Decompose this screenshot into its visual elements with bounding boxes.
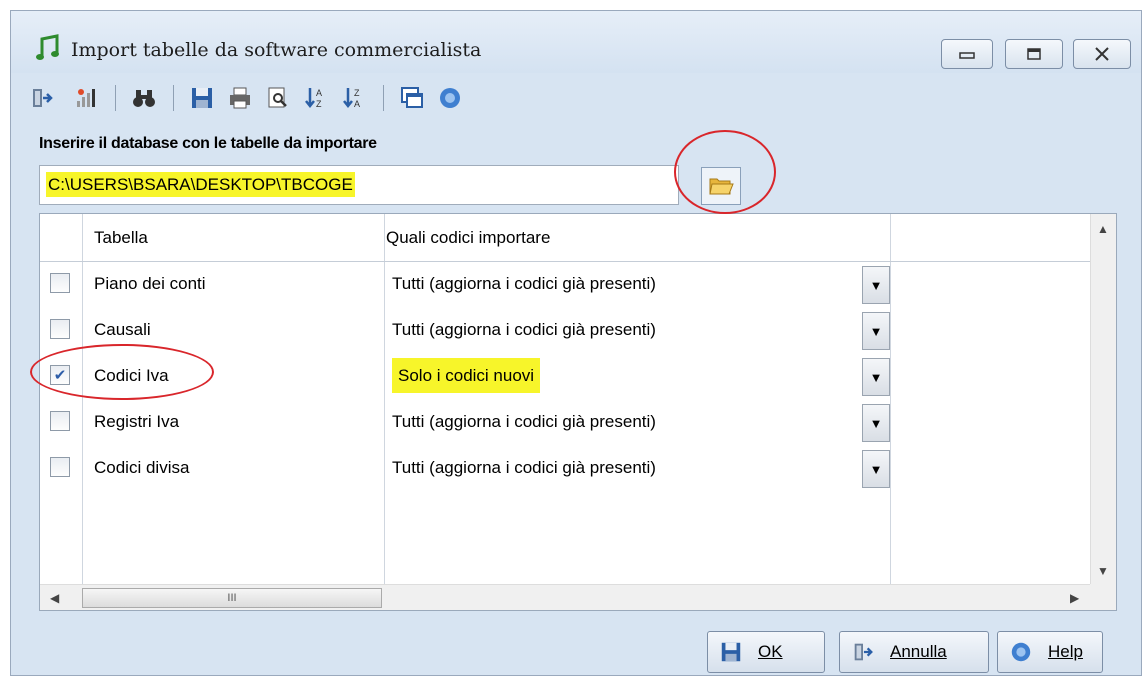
folder-open-icon bbox=[709, 178, 734, 195]
maximize-button[interactable] bbox=[1005, 39, 1063, 69]
minimize-icon bbox=[959, 52, 975, 59]
row-table-name: Codici Iva bbox=[94, 366, 169, 385]
table-row[interactable]: Causali Tutti (aggiorna i codici già pre… bbox=[40, 308, 1092, 354]
horizontal-scrollbar[interactable]: ◀ III ▶ bbox=[40, 584, 1092, 610]
cancel-label: Annulla bbox=[890, 642, 947, 661]
checkmark-icon: ✔ bbox=[53, 367, 67, 384]
svg-text:A: A bbox=[316, 88, 322, 98]
exit-icon[interactable] bbox=[27, 83, 57, 113]
highlighted-option: Solo i codici nuovi bbox=[392, 358, 541, 393]
help-button[interactable]: Help bbox=[997, 631, 1103, 673]
help-label: Help bbox=[1048, 642, 1083, 661]
tables-grid: Tabella Quali codici importare Piano dei… bbox=[39, 213, 1117, 611]
row-checkbox[interactable] bbox=[50, 273, 70, 293]
database-path-value: C:\USERS\BSARA\DESKTOP\TBCOGE bbox=[46, 172, 355, 197]
scroll-right-icon[interactable]: ▶ bbox=[1070, 591, 1079, 605]
row-checkbox[interactable] bbox=[50, 457, 70, 477]
cancel-button[interactable]: Annulla bbox=[839, 631, 989, 673]
browse-folder-button[interactable] bbox=[701, 167, 741, 205]
table-row[interactable]: Registri Iva Tutti (aggiorna i codici gi… bbox=[40, 400, 1092, 446]
row-table-name: Causali bbox=[94, 320, 151, 339]
table-row[interactable]: ✔ Codici Iva Solo i codici nuovi ▼ bbox=[40, 354, 1092, 400]
preview-icon[interactable] bbox=[263, 83, 293, 113]
table-row[interactable]: Codici divisa Tutti (aggiorna i codici g… bbox=[40, 446, 1092, 492]
binoculars-icon[interactable] bbox=[129, 83, 159, 113]
row-table-name: Registri Iva bbox=[94, 412, 180, 431]
toolbar-separator bbox=[173, 85, 174, 111]
svg-text:A: A bbox=[354, 99, 360, 109]
scroll-thumb[interactable]: III bbox=[82, 588, 382, 608]
close-icon bbox=[1095, 47, 1109, 61]
music-note-icon bbox=[35, 33, 61, 63]
row-import-option[interactable]: Tutti (aggiorna i codici già presenti) bbox=[392, 274, 656, 294]
row-import-option[interactable]: Tutti (aggiorna i codici già presenti) bbox=[392, 320, 656, 340]
minimize-button[interactable] bbox=[941, 39, 993, 69]
svg-text:Z: Z bbox=[316, 99, 322, 109]
help-icon[interactable] bbox=[435, 83, 465, 113]
ok-button[interactable]: OK bbox=[707, 631, 825, 673]
chevron-down-icon: ▼ bbox=[869, 323, 883, 339]
toolbar: AZ ZA bbox=[11, 73, 1141, 127]
ok-label: OK bbox=[758, 642, 783, 661]
scrollbar-corner bbox=[1090, 584, 1116, 610]
maximize-icon bbox=[1027, 48, 1041, 60]
svg-text:Z: Z bbox=[354, 88, 360, 98]
close-button[interactable] bbox=[1073, 39, 1131, 69]
toolbar-separator bbox=[115, 85, 116, 111]
chevron-down-icon: ▼ bbox=[869, 369, 883, 385]
header-table[interactable]: Tabella bbox=[94, 228, 148, 248]
header-codes[interactable]: Quali codici importare bbox=[386, 228, 550, 248]
grid-header: Tabella Quali codici importare bbox=[40, 214, 1092, 262]
chevron-down-icon: ▼ bbox=[869, 415, 883, 431]
dropdown-button[interactable]: ▼ bbox=[862, 312, 890, 350]
row-checkbox[interactable] bbox=[50, 319, 70, 339]
chevron-down-icon: ▼ bbox=[869, 277, 883, 293]
toolbar-separator bbox=[383, 85, 384, 111]
dropdown-button[interactable]: ▼ bbox=[862, 266, 890, 304]
dropdown-button[interactable]: ▼ bbox=[862, 404, 890, 442]
dialog-content: Inserire il database con le tabelle da i… bbox=[11, 127, 1141, 621]
row-import-option[interactable]: Solo i codici nuovi bbox=[392, 358, 541, 393]
title-bar: Import tabelle da software commercialist… bbox=[11, 11, 1141, 73]
sort-descending-icon[interactable]: ZA bbox=[339, 83, 369, 113]
row-table-name: Codici divisa bbox=[94, 458, 190, 477]
vertical-scrollbar[interactable]: ▲ ▼ bbox=[1090, 214, 1116, 586]
scroll-up-icon[interactable]: ▲ bbox=[1097, 222, 1109, 236]
row-import-option[interactable]: Tutti (aggiorna i codici già presenti) bbox=[392, 458, 656, 478]
window-title: Import tabelle da software commercialist… bbox=[71, 39, 482, 61]
row-checkbox[interactable] bbox=[50, 411, 70, 431]
row-checkbox-checked[interactable]: ✔ bbox=[50, 365, 70, 385]
database-path-input[interactable]: C:\USERS\BSARA\DESKTOP\TBCOGE bbox=[39, 165, 679, 205]
row-import-option[interactable]: Tutti (aggiorna i codici già presenti) bbox=[392, 412, 656, 432]
exit-icon bbox=[850, 639, 876, 665]
print-icon[interactable] bbox=[225, 83, 255, 113]
windows-icon[interactable] bbox=[397, 83, 427, 113]
database-label: Inserire il database con le tabelle da i… bbox=[39, 135, 377, 152]
sort-ascending-icon[interactable]: AZ bbox=[301, 83, 331, 113]
chevron-down-icon: ▼ bbox=[869, 461, 883, 477]
row-table-name: Piano dei conti bbox=[94, 274, 206, 293]
scroll-left-icon[interactable]: ◀ bbox=[50, 591, 59, 605]
help-icon bbox=[1008, 639, 1034, 665]
table-row[interactable]: Piano dei conti Tutti (aggiorna i codici… bbox=[40, 262, 1092, 308]
dropdown-button[interactable]: ▼ bbox=[862, 358, 890, 396]
save-icon bbox=[718, 639, 744, 665]
import-dialog-window: Import tabelle da software commercialist… bbox=[10, 10, 1142, 676]
scroll-down-icon[interactable]: ▼ bbox=[1097, 564, 1109, 578]
signal-icon[interactable] bbox=[71, 83, 101, 113]
save-icon[interactable] bbox=[187, 83, 217, 113]
dropdown-button[interactable]: ▼ bbox=[862, 450, 890, 488]
